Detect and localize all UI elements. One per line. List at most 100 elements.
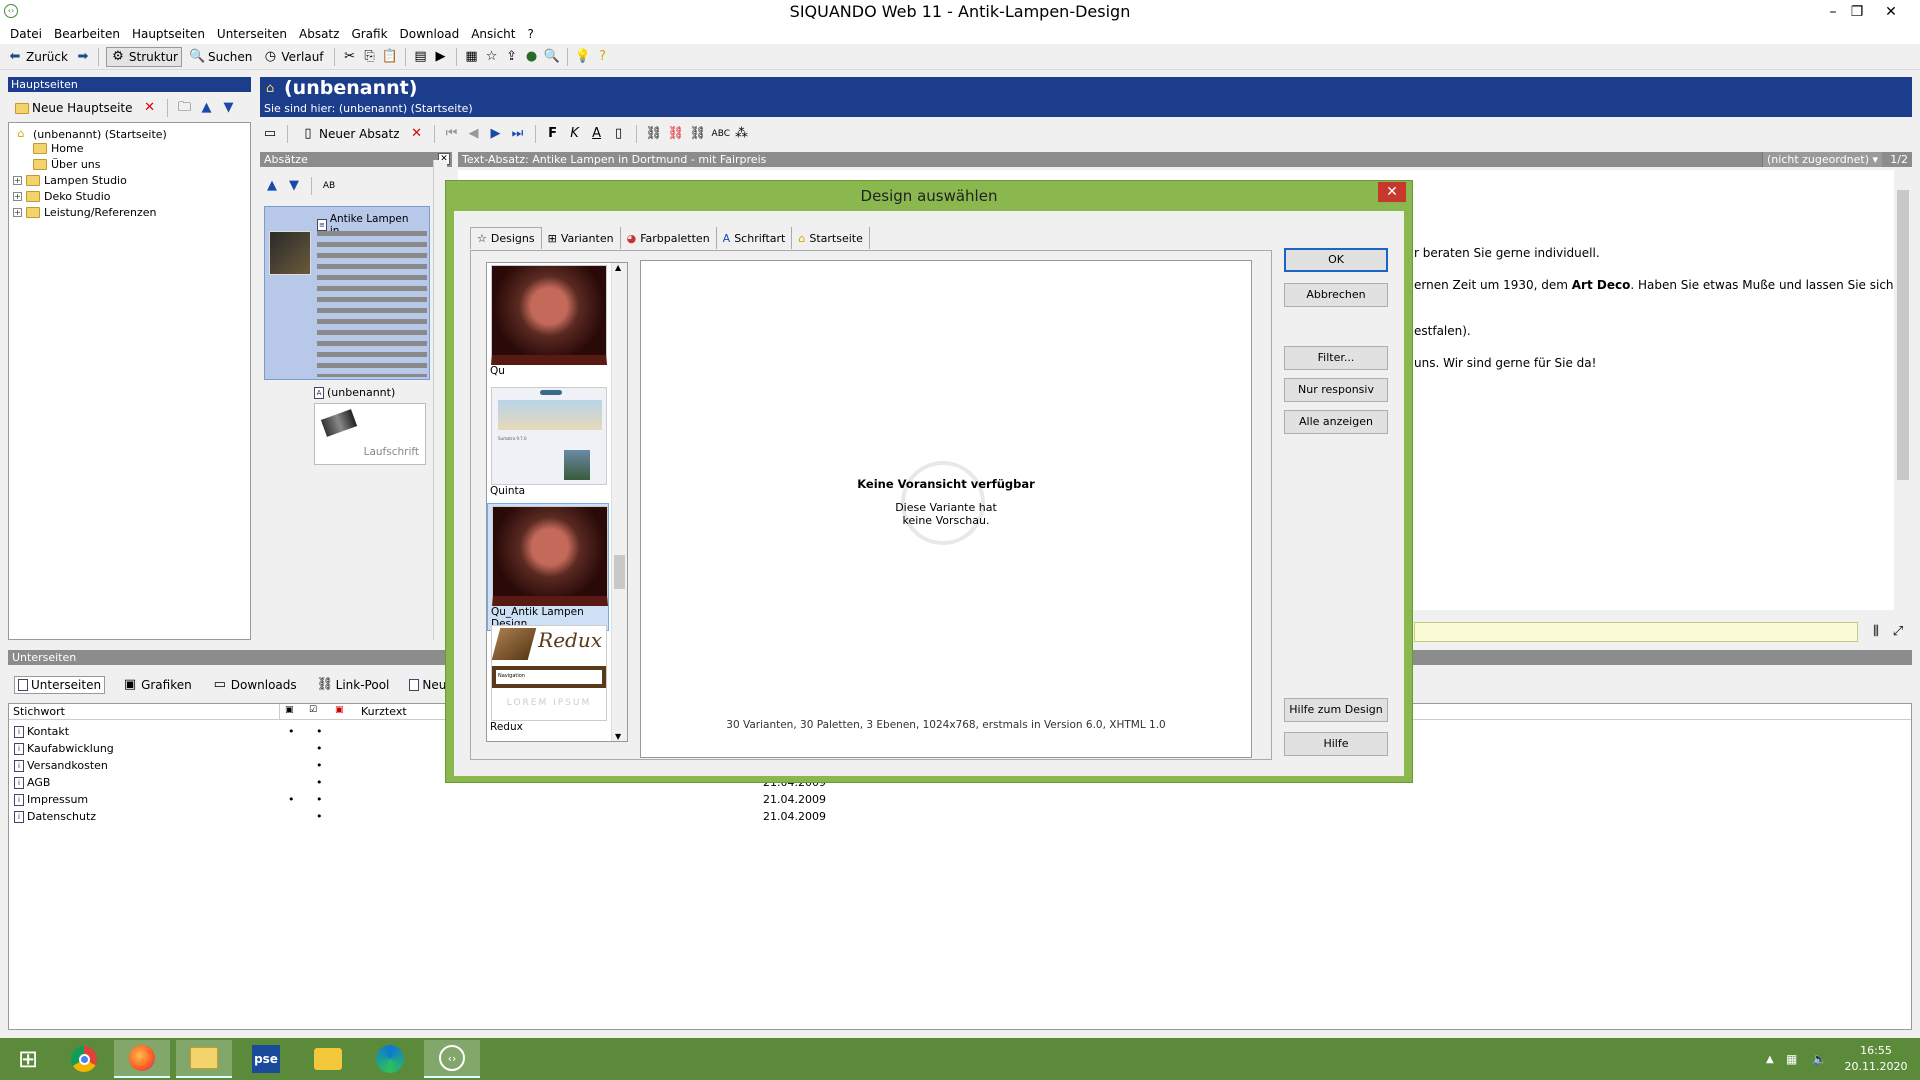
move-up-icon[interactable]: ▲ <box>199 100 215 116</box>
yellow-input-field[interactable] <box>1414 622 1858 642</box>
paragraph-card-selected[interactable]: ≡ Antike Lampen in... <box>264 206 430 380</box>
tab-designs[interactable]: ☆ Designs <box>470 227 542 249</box>
responsive-only-button[interactable]: Nur responsiv <box>1284 378 1388 402</box>
table-row[interactable]: i Datenschutz <box>14 810 96 823</box>
globe-icon[interactable]: ● <box>524 49 540 65</box>
design-item-redux[interactable]: Redux Navigation LOREM IPSUM Redux <box>487 625 609 733</box>
expand-icon[interactable]: + <box>13 208 22 217</box>
lightbulb-icon[interactable]: 💡 <box>575 49 591 65</box>
next-icon[interactable]: ▶ <box>488 126 504 142</box>
link-icon[interactable]: ⛓ <box>646 126 663 142</box>
editor-scrollbar-thumb[interactable] <box>1897 190 1909 480</box>
text-mode-icon[interactable]: AB <box>321 178 337 194</box>
menu-grafik[interactable]: Grafik <box>345 27 393 41</box>
start-button[interactable]: ⊞ <box>0 1040 56 1078</box>
cut-icon[interactable]: ✂ <box>342 49 358 65</box>
menu-datei[interactable]: Datei <box>4 27 48 41</box>
menu-hauptseiten[interactable]: Hauptseiten <box>126 27 211 41</box>
menu-help[interactable]: ? <box>522 27 540 41</box>
design-list-scrollbar[interactable]: ▲ ▼ <box>611 263 627 741</box>
italic-icon[interactable]: K <box>567 126 583 142</box>
tree-item-deko-studio[interactable]: + Deko Studio <box>13 190 110 203</box>
dialog-close-button[interactable]: ✕ <box>1378 182 1406 202</box>
close-window-button[interactable]: ✕ <box>1876 0 1906 24</box>
taskbar-siquando[interactable]: ‹› <box>424 1040 480 1078</box>
ok-button[interactable]: OK <box>1284 248 1388 272</box>
new-main-page-button[interactable]: Neue Hauptseite <box>12 100 136 116</box>
column-stichwort[interactable]: Stichwort <box>13 705 65 718</box>
filter-button[interactable]: Filter... <box>1284 346 1388 370</box>
history-button[interactable]: ◷ Verlauf <box>259 48 326 66</box>
copy-icon[interactable]: ⎘ <box>362 49 378 65</box>
column-flag-icon[interactable]: ▣ <box>335 705 344 715</box>
move-up-icon[interactable]: ▲ <box>264 178 280 194</box>
expand-icon[interactable]: ⤢ <box>1890 624 1906 640</box>
taskbar-edge[interactable] <box>362 1040 418 1078</box>
taskbar-chrome[interactable] <box>56 1040 112 1078</box>
cancel-button[interactable]: Abbrechen <box>1284 283 1388 307</box>
tab-grafiken[interactable]: ▣ Grafiken <box>119 676 195 694</box>
paragraph-title-2[interactable]: A (unbenannt) <box>314 386 395 399</box>
tab-startseite[interactable]: ⌂ Startseite <box>792 227 870 249</box>
expand-icon[interactable]: + <box>13 192 22 201</box>
help-icon[interactable]: ? <box>595 49 611 65</box>
tree-item-start-page[interactable]: ⌂ (unbenannt) (Startseite) <box>13 126 167 142</box>
columns-icon[interactable]: ⫼ <box>1868 624 1884 640</box>
table-row[interactable]: i Impressum <box>14 793 88 806</box>
menu-absatz[interactable]: Absatz <box>293 27 345 41</box>
tree-item-lampen-studio[interactable]: + Lampen Studio <box>13 174 127 187</box>
menu-download[interactable]: Download <box>394 27 466 41</box>
previous-icon[interactable]: ◀ <box>466 126 482 142</box>
scroll-up-icon[interactable]: ▲ <box>615 263 621 272</box>
column-check-icon[interactable]: ☑ <box>309 705 317 715</box>
table-row[interactable]: i Kontakt <box>14 725 69 738</box>
table-row[interactable]: i Kaufabwicklung <box>14 742 114 755</box>
tree-item-leistung[interactable]: + Leistung/Referenzen <box>13 206 157 219</box>
upload-icon[interactable]: ⇪ <box>504 49 520 65</box>
tab-downloads[interactable]: ▭ Downloads <box>209 676 300 694</box>
first-icon[interactable]: ⏮ <box>444 126 460 142</box>
star-icon[interactable]: ☆ <box>484 49 500 65</box>
network-icon[interactable]: ▦ <box>1786 1052 1797 1066</box>
table-row[interactable]: i Versandkosten <box>14 759 108 772</box>
design-item-quinta[interactable]: Sumatra 9.7.0 Quinta <box>487 387 609 497</box>
search-button[interactable]: 🔍 Suchen <box>186 48 255 66</box>
tab-link-pool[interactable]: ⛓ Link-Pool <box>314 676 393 694</box>
design-help-button[interactable]: Hilfe zum Design <box>1284 698 1388 722</box>
taskbar-firefox[interactable] <box>114 1040 170 1078</box>
preview-icon[interactable]: ▶ <box>433 49 449 65</box>
tab-unterseiten[interactable]: Unterseiten <box>14 676 106 694</box>
menu-unterseiten[interactable]: Unterseiten <box>211 27 293 41</box>
last-icon[interactable]: ⏭ <box>510 126 526 142</box>
table-row[interactable]: i AGB <box>14 776 50 789</box>
menu-bearbeiten[interactable]: Bearbeiten <box>48 27 126 41</box>
properties-icon[interactable]: ▤ <box>413 49 429 65</box>
tray-chevron-icon[interactable]: ▲ <box>1766 1054 1774 1065</box>
tree-item-ueber-uns[interactable]: Über uns <box>33 158 101 171</box>
bold-icon[interactable]: F <box>545 126 561 142</box>
paragraph-card-2[interactable]: Laufschrift <box>314 403 426 465</box>
delete-icon[interactable]: ✕ <box>142 100 158 116</box>
design-item-qu-antik-selected[interactable]: Qu_Antik Lampen Design <box>487 503 609 631</box>
design-list-scrollbar-thumb[interactable] <box>614 555 625 589</box>
link-settings-icon[interactable]: ⛓ <box>690 126 707 142</box>
tree-item-home[interactable]: Home <box>33 142 83 155</box>
restore-button[interactable]: ❐ <box>1842 0 1872 24</box>
help-button[interactable]: Hilfe <box>1284 732 1388 756</box>
delete-paragraph-icon[interactable]: ✕ <box>409 126 425 142</box>
paragraph-view-icon[interactable]: ▭ <box>262 126 278 142</box>
back-button[interactable]: ⬅ Zurück <box>4 48 71 66</box>
text-color-icon[interactable]: A <box>589 126 605 142</box>
paste-icon[interactable]: 📋 <box>382 49 398 65</box>
glossary-icon[interactable]: ⁂ <box>734 126 750 142</box>
folder-settings-icon[interactable]: 🗀 <box>177 100 193 116</box>
design-item-qu[interactable]: Qu <box>487 265 609 377</box>
structure-button[interactable]: ⚙ Struktur <box>105 46 182 67</box>
format-icon[interactable]: ▯ <box>611 126 627 142</box>
column-image-icon[interactable]: ▣ <box>285 705 294 715</box>
scroll-down-icon[interactable]: ▼ <box>615 732 621 741</box>
design-icon[interactable]: ▦ <box>464 49 480 65</box>
unlink-icon[interactable]: ⛓ <box>668 126 685 142</box>
spellcheck-icon[interactable]: ABC <box>712 126 730 142</box>
move-down-icon[interactable]: ▼ <box>221 100 237 116</box>
